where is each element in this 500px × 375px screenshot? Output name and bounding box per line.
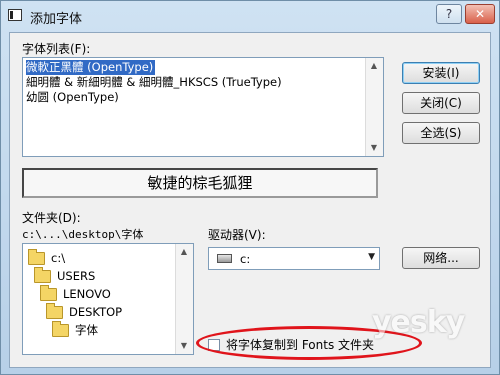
install-button[interactable]: 安装(I) [402, 62, 480, 84]
drive-icon [217, 254, 232, 263]
window-icon [8, 9, 22, 21]
folder-item[interactable]: c:\ [28, 249, 65, 267]
window-title: 添加字体 [30, 12, 83, 27]
scroll-up-icon[interactable]: ▲ [176, 244, 192, 260]
folder-item[interactable]: USERS [34, 267, 95, 285]
font-list-item[interactable]: 幼圆 (OpenType) [26, 90, 119, 105]
folder-tree[interactable]: c:\ USERS LENOVO DESKTOP 字体 ▲ ▼ [22, 243, 194, 355]
font-preview: 敏捷的棕毛狐狸 [22, 168, 378, 198]
scroll-down-icon[interactable]: ▼ [366, 140, 382, 156]
folder-open-icon [52, 321, 69, 337]
drive-select[interactable]: c: ▼ [208, 247, 380, 270]
scroll-down-icon[interactable]: ▼ [176, 338, 192, 354]
folder-open-icon [34, 267, 51, 283]
folder-label: 文件夹(D): [22, 211, 81, 225]
chevron-down-icon[interactable]: ▼ [368, 252, 375, 262]
current-path: c:\...\desktop\字体 [22, 228, 144, 241]
drive-label: 驱动器(V): [208, 228, 266, 242]
folder-item[interactable]: LENOVO [40, 285, 111, 303]
close-icon[interactable]: ✕ [465, 4, 495, 24]
title-bar[interactable]: 添加字体 ? ✕ [1, 1, 499, 31]
font-list[interactable]: 微軟正黑體 (OpenType) 細明體 & 新細明體 & 細明體_HKSCS … [22, 57, 384, 157]
drive-value: c: [240, 252, 251, 266]
dialog-body: 字体列表(F): 微軟正黑體 (OpenType) 細明體 & 新細明體 & 細… [9, 32, 491, 368]
close-button[interactable]: 关闭(C) [402, 92, 480, 114]
folder-item[interactable]: DESKTOP [46, 303, 122, 321]
font-list-label: 字体列表(F): [22, 42, 91, 56]
add-fonts-window: 添加字体 ? ✕ 字体列表(F): 微軟正黑體 (OpenType) 細明體 &… [0, 0, 500, 375]
folder-tree-scrollbar[interactable]: ▲ ▼ [175, 244, 193, 354]
font-list-scrollbar[interactable]: ▲ ▼ [365, 58, 383, 156]
folder-open-icon [46, 303, 63, 319]
network-button[interactable]: 网络... [402, 247, 480, 269]
folder-item[interactable]: 字体 [52, 321, 98, 339]
scroll-up-icon[interactable]: ▲ [366, 58, 382, 74]
font-list-item[interactable]: 微軟正黑體 (OpenType) [26, 60, 156, 75]
font-list-item[interactable]: 細明體 & 新細明體 & 細明體_HKSCS (TrueType) [26, 75, 282, 90]
select-all-button[interactable]: 全选(S) [402, 122, 480, 144]
folder-open-icon [40, 285, 57, 301]
watermark: yesky [372, 305, 465, 340]
folder-open-icon [28, 249, 45, 265]
help-button[interactable]: ? [436, 4, 462, 24]
